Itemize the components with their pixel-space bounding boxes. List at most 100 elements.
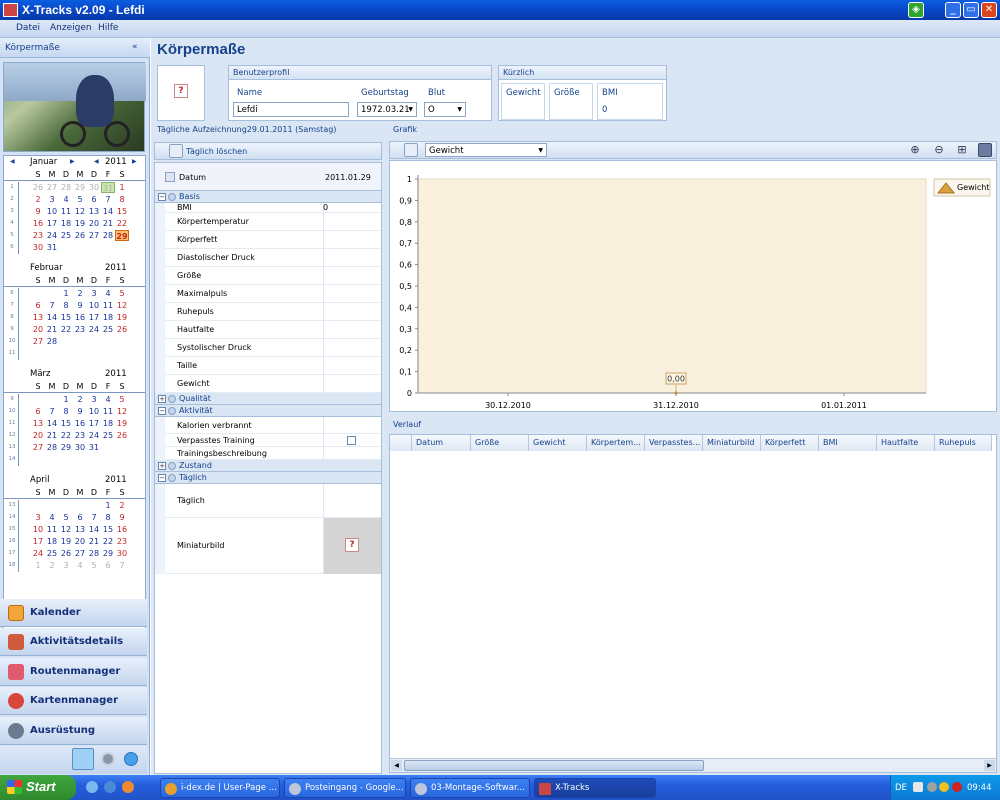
calendar-day[interactable]: 13 xyxy=(73,524,87,535)
calendar-day[interactable]: 23 xyxy=(31,230,45,241)
calendar-day[interactable]: 28 xyxy=(87,548,101,559)
thumbnail-area[interactable]: ? xyxy=(324,518,381,574)
thumbnail-row[interactable]: Miniaturbild? xyxy=(155,518,381,574)
property-row[interactable]: Diastolischer Druck xyxy=(155,249,381,267)
calendar-day[interactable]: 29 xyxy=(115,230,129,241)
calendar-day[interactable]: 23 xyxy=(115,536,129,547)
app-tray-icon[interactable]: ◈ xyxy=(908,2,924,18)
column-header[interactable]: BMI xyxy=(819,435,877,451)
calendar-day[interactable]: 2 xyxy=(73,288,87,299)
task-montage[interactable]: 03-Montage-Softwar... xyxy=(410,778,530,798)
column-header[interactable]: Miniaturbild xyxy=(703,435,761,451)
calendar-day[interactable]: 18 xyxy=(45,536,59,547)
calendar-day[interactable]: 21 xyxy=(101,218,115,229)
calendar-day[interactable]: 3 xyxy=(87,394,101,405)
calendar-day[interactable]: 22 xyxy=(101,536,115,547)
calendar-day[interactable]: 13 xyxy=(31,312,45,323)
language-indicator[interactable]: DE xyxy=(895,783,907,793)
property-row[interactable]: Größe xyxy=(155,267,381,285)
tray-icon-2[interactable] xyxy=(927,782,937,792)
calendar-day[interactable]: 4 xyxy=(73,560,87,571)
calendar-day[interactable]: 21 xyxy=(87,536,101,547)
horizontal-scrollbar[interactable]: ◀ ▶ xyxy=(390,758,996,772)
expand-toggle-icon[interactable]: + xyxy=(158,395,166,403)
calendar-day[interactable]: 10 xyxy=(45,206,59,217)
calendar-day[interactable]: 27 xyxy=(31,442,45,453)
calendar-day[interactable]: 8 xyxy=(59,300,73,311)
task-idex[interactable]: i-dex.de | User-Page ... xyxy=(160,778,280,798)
date-value[interactable]: 2011.01.29 xyxy=(325,173,371,182)
calendar-day[interactable]: 25 xyxy=(101,430,115,441)
calendar-day[interactable]: 9 xyxy=(73,406,87,417)
category-daily[interactable]: − Täglich xyxy=(155,472,381,484)
calendar-day[interactable]: 11 xyxy=(59,206,73,217)
calendar-day[interactable]: 8 xyxy=(115,194,129,205)
calendar-day[interactable]: 10 xyxy=(87,300,101,311)
quicklaunch-firefox-icon[interactable] xyxy=(122,781,134,793)
calendar-day[interactable]: 10 xyxy=(87,406,101,417)
calendar-day[interactable]: 12 xyxy=(73,206,87,217)
calendar-day[interactable]: 4 xyxy=(101,288,115,299)
next-year-icon[interactable]: ▶ xyxy=(132,158,137,165)
calendar-day[interactable]: 8 xyxy=(101,512,115,523)
calendar-day[interactable]: 3 xyxy=(59,560,73,571)
nav-kalender[interactable]: Kalender xyxy=(0,599,147,627)
calendar-day[interactable]: 8 xyxy=(59,406,73,417)
calendar-day[interactable]: 9 xyxy=(31,206,45,217)
calendar-day[interactable]: 12 xyxy=(115,300,129,311)
calendar-day[interactable]: 16 xyxy=(115,524,129,535)
calendar-day[interactable]: 17 xyxy=(87,312,101,323)
calendar-day[interactable]: 17 xyxy=(45,218,59,229)
calendar-day[interactable]: 16 xyxy=(73,312,87,323)
column-header[interactable]: Größe xyxy=(471,435,529,451)
calendar-day[interactable]: 26 xyxy=(73,230,87,241)
calendar-day[interactable]: 28 xyxy=(59,182,73,193)
next-month-icon[interactable]: ▶ xyxy=(70,158,75,165)
calendar-day[interactable]: 22 xyxy=(115,218,129,229)
task-posteingang[interactable]: Posteingang - Google... xyxy=(284,778,406,798)
nav-aktivitaetsdetails[interactable]: Aktivitätsdetails xyxy=(0,628,147,656)
menu-datei[interactable]: Datei xyxy=(16,23,40,33)
calendar-day[interactable]: 4 xyxy=(101,394,115,405)
calendar-day[interactable]: 6 xyxy=(73,512,87,523)
calendar-day[interactable]: 1 xyxy=(101,500,115,511)
calendar-day[interactable]: 11 xyxy=(101,300,115,311)
zoom-in-icon[interactable]: ⊕ xyxy=(908,143,922,157)
start-button[interactable]: Start xyxy=(0,775,76,800)
calendar-day[interactable]: 6 xyxy=(101,560,115,571)
calendar-day[interactable]: 19 xyxy=(115,312,129,323)
calendar-day[interactable]: 3 xyxy=(87,288,101,299)
tray-icon-4[interactable] xyxy=(952,782,962,792)
property-row[interactable]: Körperfett xyxy=(155,231,381,249)
calendar-day[interactable]: 14 xyxy=(101,206,115,217)
delete-daily-button[interactable]: Täglich löschen xyxy=(186,147,247,156)
calendar-day[interactable]: 6 xyxy=(31,406,45,417)
quicklaunch-desktop-icon[interactable] xyxy=(104,781,116,793)
calendar-day[interactable]: 7 xyxy=(115,560,129,571)
calendar-day[interactable]: 19 xyxy=(115,418,129,429)
calendar-day[interactable]: 30 xyxy=(73,442,87,453)
calendar-day[interactable]: 2 xyxy=(45,560,59,571)
fit-icon[interactable]: ⊞ xyxy=(955,143,969,157)
expand-toggle-icon[interactable]: − xyxy=(158,193,166,201)
column-header[interactable]: Körperfett xyxy=(761,435,819,451)
calendar-day[interactable]: 7 xyxy=(101,194,115,205)
calendar-day[interactable]: 15 xyxy=(101,524,115,535)
calendar-day[interactable]: 25 xyxy=(45,548,59,559)
category-basis[interactable]: − Basis xyxy=(155,191,381,203)
calendar-day[interactable]: 25 xyxy=(101,324,115,335)
calendar-day[interactable]: 16 xyxy=(31,218,45,229)
calendar-day[interactable]: 2 xyxy=(115,500,129,511)
calendar-day[interactable]: 30 xyxy=(115,548,129,559)
calendar-day[interactable]: 18 xyxy=(101,312,115,323)
calendar-day[interactable]: 21 xyxy=(45,324,59,335)
calendar-day[interactable]: 23 xyxy=(73,324,87,335)
birthday-field[interactable]: 1972.03.21 ▼ xyxy=(357,102,417,117)
calendar-day[interactable]: 27 xyxy=(73,548,87,559)
minimize-button[interactable]: _ xyxy=(945,2,961,18)
property-value[interactable]: 0 xyxy=(323,203,328,212)
calendar-day[interactable]: 31 xyxy=(87,442,101,453)
collapse-left-button[interactable]: « xyxy=(132,42,138,52)
settings-icon[interactable] xyxy=(101,752,115,766)
graph-metric-select[interactable]: Gewicht ▼ xyxy=(425,143,547,157)
